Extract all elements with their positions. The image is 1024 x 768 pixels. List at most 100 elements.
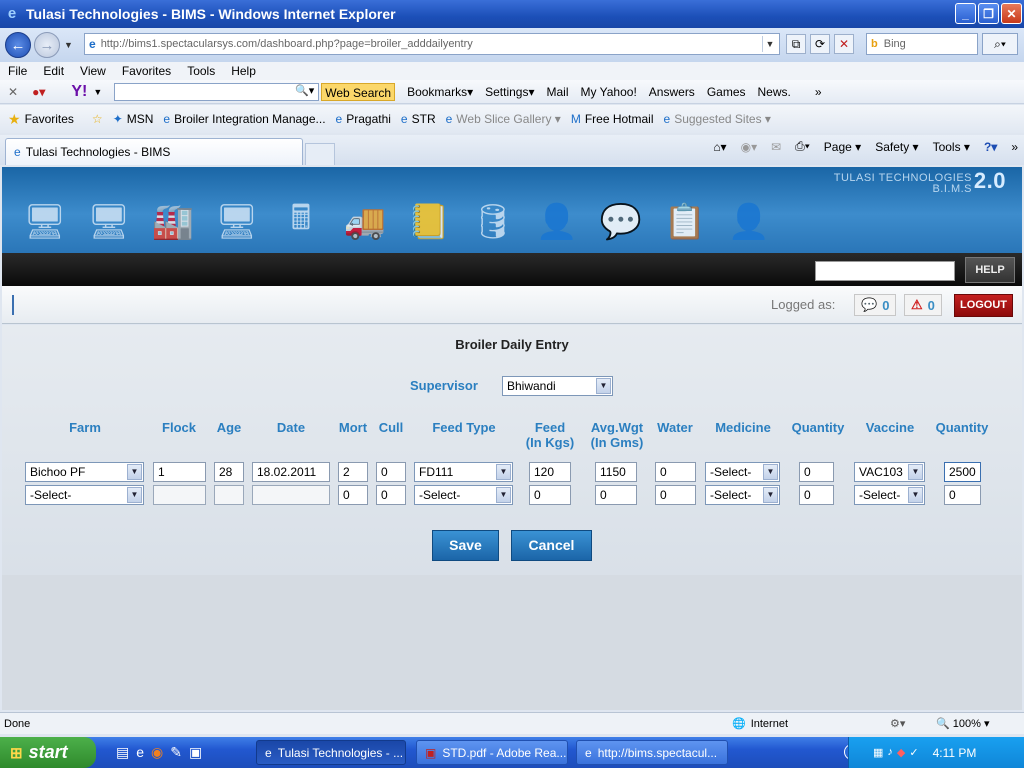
logout-button[interactable]: LOGOUT (954, 294, 1013, 317)
save-button[interactable]: Save (432, 530, 499, 561)
toolbar-mail[interactable]: Mail (547, 85, 569, 99)
restore-button[interactable]: ❐ (978, 3, 999, 24)
vaccine-select[interactable]: VAC103 ▼ (854, 462, 925, 482)
fav-str[interactable]: e STR (401, 112, 436, 126)
show-desktop-icon[interactable]: ▤ (116, 744, 129, 761)
search-icon[interactable]: ⌕▾ (982, 33, 1018, 55)
age-input[interactable]: 28 (214, 462, 244, 482)
url-dropdown-icon[interactable]: ▼ (762, 36, 777, 52)
medicine-quantity-input[interactable]: 0 (799, 462, 834, 482)
overflow-icon[interactable]: » (1011, 140, 1018, 154)
monitor-icon[interactable]: 🖥 (212, 199, 262, 245)
menu-help[interactable]: Help (223, 64, 264, 78)
task-ie-bims[interactable]: e Tulasi Technologies - ... (256, 740, 406, 765)
close-button[interactable]: ✕ (1001, 3, 1022, 24)
history-dropdown-icon[interactable]: ▼ (64, 40, 73, 50)
alerts-badge[interactable]: ⚠ 0 (904, 294, 942, 316)
feed-input[interactable]: 0 (529, 485, 571, 505)
zoom-control[interactable]: 🔍 100% ▾ (936, 717, 989, 730)
explorer-quicklaunch-icon[interactable]: ▣ (189, 744, 202, 761)
toolbar-overflow-icon[interactable]: » (815, 85, 822, 99)
tray-security-icon[interactable]: ◆ (897, 746, 905, 759)
yahoo-dropdown-icon[interactable]: ▼ (93, 87, 102, 97)
page-menu[interactable]: Page ▾ (824, 140, 861, 154)
messages-badge[interactable]: 💬 0 (854, 294, 897, 316)
ie-quicklaunch-icon[interactable]: e (136, 744, 144, 761)
favorites-star-icon[interactable]: ★ (8, 111, 21, 128)
protected-mode-icon[interactable]: ⚙▾ (890, 717, 905, 730)
menu-favorites[interactable]: Favorites (114, 64, 179, 78)
cull-input[interactable]: 0 (376, 462, 406, 482)
read-mail-icon[interactable]: ✉ (771, 140, 781, 154)
refresh-icon[interactable]: ⟳ (810, 34, 830, 54)
monitor-icon[interactable]: 🖥 (84, 199, 134, 245)
flock-input[interactable] (153, 485, 206, 505)
url-field[interactable]: e http://bims1.spectacularsys.com/dashbo… (84, 33, 780, 55)
menu-tools[interactable]: Tools (179, 64, 223, 78)
supervisor-select[interactable]: Bhiwandi ▼ (502, 376, 613, 396)
toolbar-bookmarks[interactable]: Bookmarks▾ (407, 85, 473, 99)
factory-icon[interactable]: 🏭 (148, 199, 198, 245)
medicine-select[interactable]: -Select- ▼ (705, 462, 780, 482)
medicine-select[interactable]: -Select- ▼ (705, 485, 780, 505)
menu-edit[interactable]: Edit (35, 64, 72, 78)
feed-input[interactable]: 120 (529, 462, 571, 482)
medicine-quantity-input[interactable]: 0 (799, 485, 834, 505)
monitor-icon[interactable]: 🖥 (20, 199, 70, 245)
app-search-input[interactable] (815, 261, 955, 281)
new-tab-button[interactable] (305, 143, 335, 165)
mort-input[interactable]: 2 (338, 462, 368, 482)
tray-update-icon[interactable]: ✓ (909, 746, 918, 759)
chat-icon[interactable]: 💬 (596, 199, 646, 245)
database-add-icon[interactable]: 🛢 (468, 199, 518, 245)
water-input[interactable]: 0 (655, 485, 696, 505)
farm-select[interactable]: -Select- ▼ (25, 485, 144, 505)
web-search-button[interactable]: Web Search (321, 82, 396, 101)
compatibility-view-icon[interactable]: ⧉ (786, 34, 806, 54)
user-icon[interactable]: 👤 (724, 199, 774, 245)
mort-input[interactable]: 0 (338, 485, 368, 505)
security-zone[interactable]: 🌐 Internet (732, 717, 788, 731)
back-button[interactable]: ← (5, 32, 31, 58)
tray-volume-icon[interactable]: ♪ (887, 746, 893, 759)
toolbar-answers[interactable]: Answers (649, 85, 695, 99)
help-icon[interactable]: ?▾ (984, 140, 997, 154)
task-adobe-reader[interactable]: ▣ STD.pdf - Adobe Rea... (416, 740, 568, 765)
vaccine-select[interactable]: -Select- ▼ (854, 485, 925, 505)
fav-free-hotmail[interactable]: M Free Hotmail (571, 112, 654, 126)
media-quicklaunch-icon[interactable]: ✎ (170, 744, 182, 761)
vaccine-quantity-input[interactable]: 2500 (944, 462, 981, 482)
menu-view[interactable]: View (72, 64, 114, 78)
avg-wgt-input[interactable]: 1150 (595, 462, 637, 482)
close-toolbar-icon[interactable]: ✕ (8, 85, 18, 99)
toolbar-settings[interactable]: Settings▾ (485, 85, 534, 99)
print-icon[interactable]: ⎙▾ (795, 139, 810, 154)
feed-type-select[interactable]: FD111 ▼ (414, 462, 513, 482)
farm-select[interactable]: Bichoo PF ▼ (25, 462, 144, 482)
help-button[interactable]: HELP (965, 257, 1015, 283)
firefox-quicklaunch-icon[interactable]: ◉ (151, 744, 163, 761)
feed-type-select[interactable]: -Select- ▼ (414, 485, 513, 505)
tray-network-icon[interactable]: ▦ (873, 746, 883, 759)
task-ie-spectacul[interactable]: e http://bims.spectacul... (576, 740, 728, 765)
toolbar-my-yahoo[interactable]: My Yahoo! (581, 85, 637, 99)
cancel-button[interactable]: Cancel (511, 530, 592, 561)
truck-icon[interactable]: 🚚 (340, 199, 390, 245)
water-input[interactable]: 0 (655, 462, 696, 482)
user-icon[interactable]: 👤 (532, 199, 582, 245)
yahoo-search-input[interactable]: 🔍▾ (114, 82, 320, 101)
yahoo-logo-icon[interactable]: Y! (71, 83, 87, 101)
stop-icon[interactable]: ✕ (834, 34, 854, 54)
ledger-icon[interactable]: 📒 (404, 199, 454, 245)
age-input[interactable] (214, 485, 244, 505)
fav-web-slice-gallery[interactable]: e Web Slice Gallery ▾ (446, 112, 561, 126)
fav-msn[interactable]: ✦ MSN (113, 112, 154, 126)
date-input[interactable] (252, 485, 330, 505)
tools-menu[interactable]: Tools ▾ (933, 140, 970, 154)
vaccine-quantity-input[interactable]: 0 (944, 485, 981, 505)
flock-input[interactable]: 1 (153, 462, 206, 482)
calculator-icon[interactable]: 🖩 (276, 199, 326, 245)
menu-file[interactable]: File (0, 64, 35, 78)
minimize-button[interactable]: _ (955, 3, 976, 24)
bing-search-input[interactable]: b Bing (866, 33, 978, 55)
